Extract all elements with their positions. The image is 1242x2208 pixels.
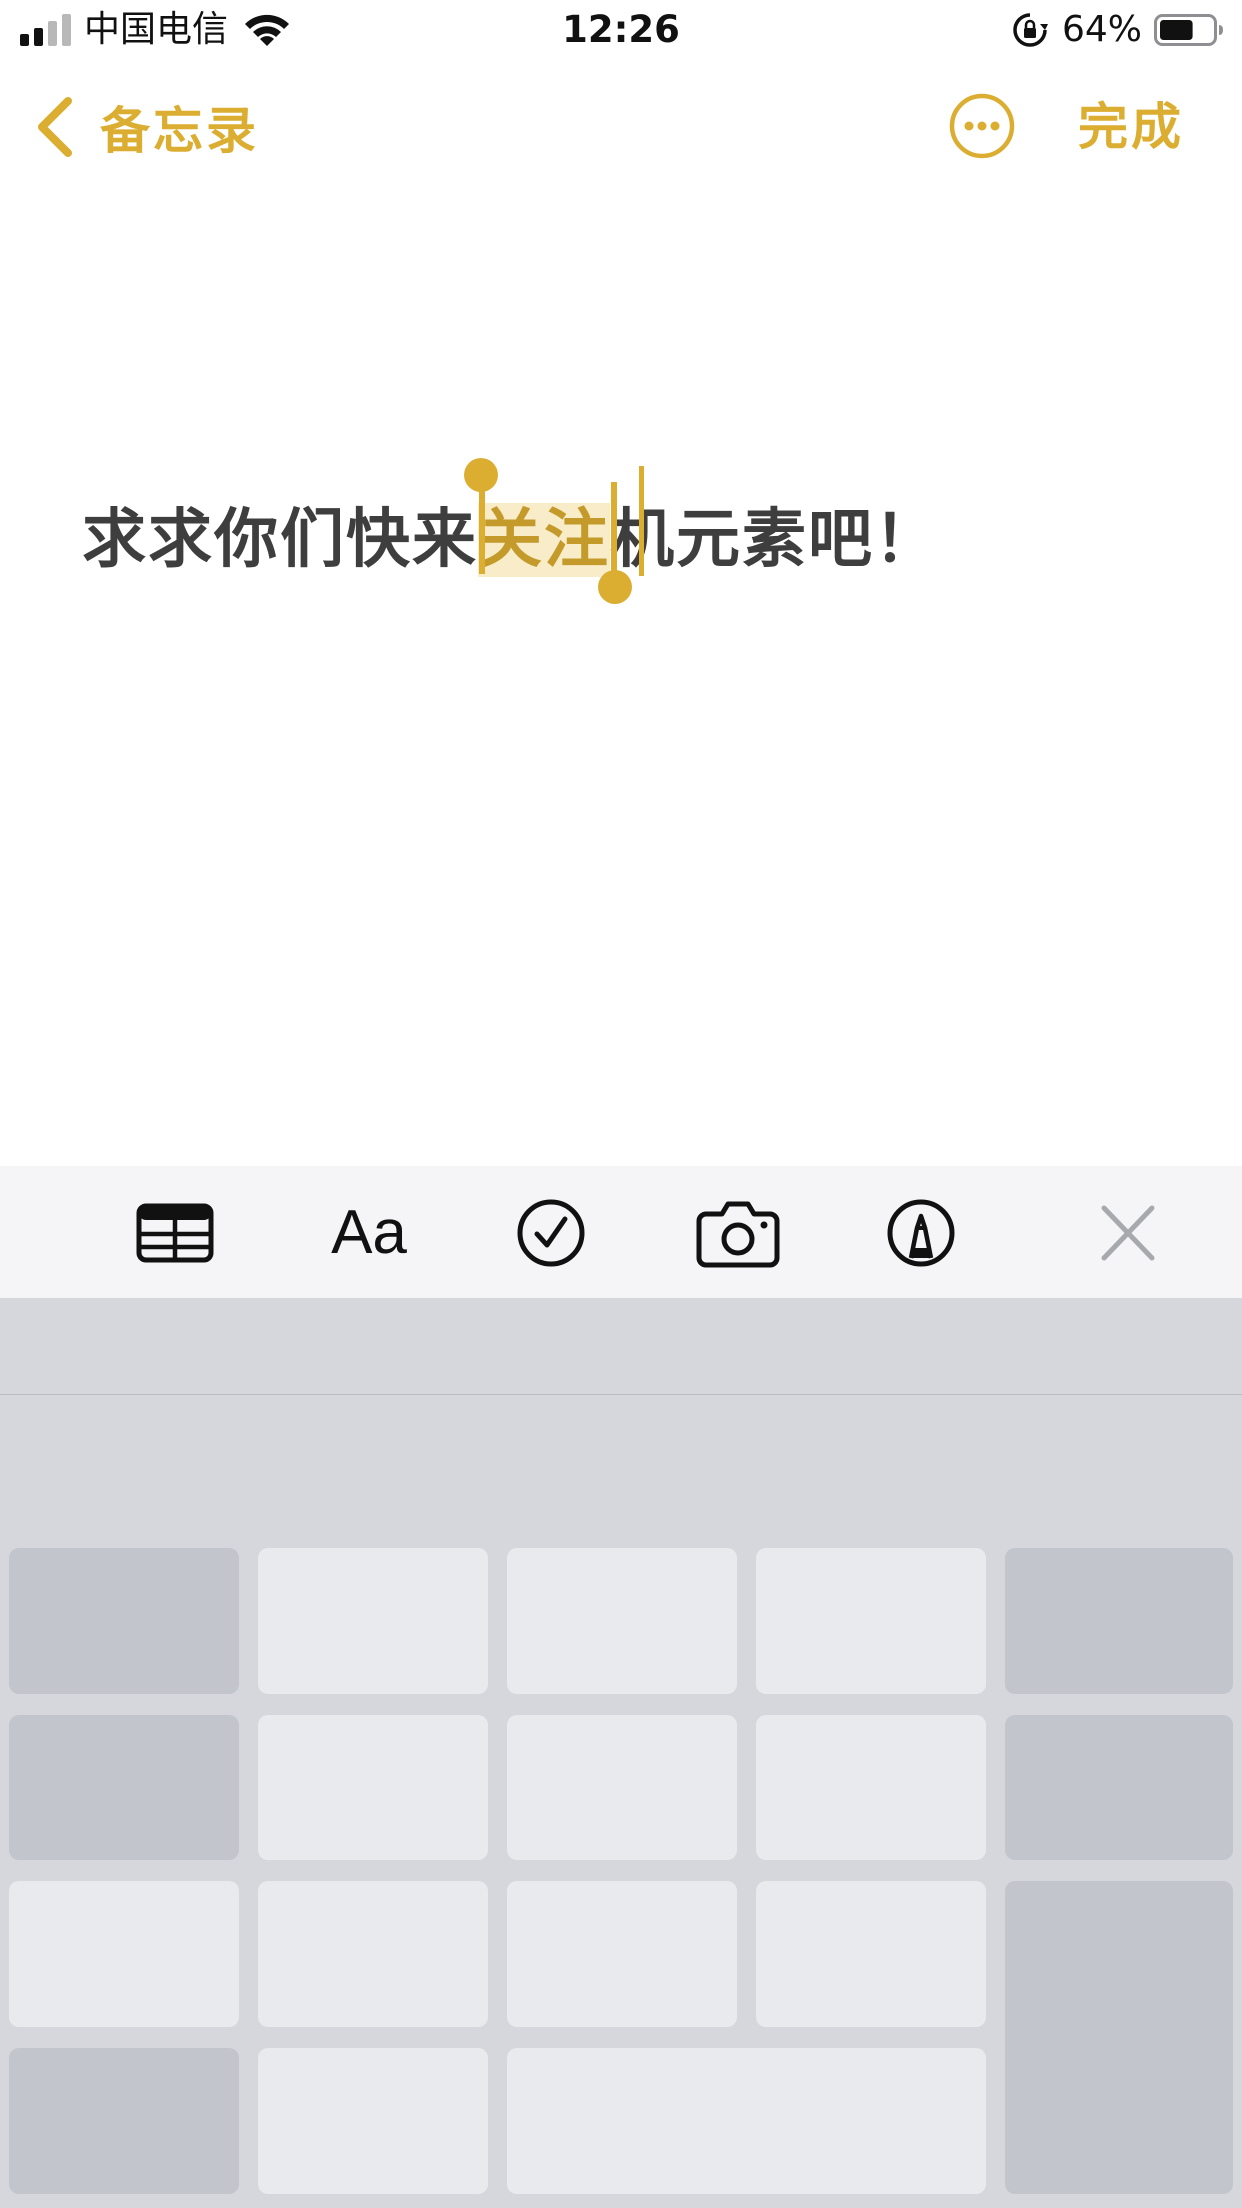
selection-end-bar: [611, 482, 617, 578]
more-options-icon[interactable]: [948, 92, 1016, 160]
note-text-before: 求求你们快来: [82, 503, 478, 577]
done-button[interactable]: 完成: [1078, 92, 1184, 162]
keyboard-key[interactable]: [756, 1548, 986, 1694]
keyboard-key[interactable]: [258, 2048, 488, 2194]
formatting-toolbar: Aa: [0, 1166, 1242, 1298]
keyboard-key[interactable]: [258, 1548, 488, 1694]
selection-end-handle[interactable]: [598, 570, 632, 604]
back-label: 备忘录: [100, 102, 259, 160]
keyboard-key[interactable]: [1005, 1715, 1233, 1860]
back-button[interactable]: 备忘录: [34, 92, 259, 162]
markup-icon[interactable]: [884, 1196, 958, 1270]
candidate-bar: [0, 1298, 1242, 1395]
note-editor[interactable]: 求求你们快来关注机元素吧！: [0, 180, 1242, 1165]
keyboard: [0, 1298, 1242, 2208]
keyboard-key[interactable]: [1005, 1548, 1233, 1694]
format-text-button[interactable]: Aa: [326, 1196, 412, 1270]
status-bar: 中国电信 12:26 64%: [0, 0, 1242, 62]
selection-start-bar: [479, 460, 485, 574]
keyboard-key[interactable]: [258, 1715, 488, 1860]
keyboard-key[interactable]: [507, 2048, 986, 2194]
selected-text[interactable]: 关注: [478, 503, 610, 577]
note-text-after: 机元素吧！: [610, 503, 940, 577]
keyboard-key[interactable]: [507, 1715, 737, 1860]
chevron-left-icon: [38, 97, 72, 157]
keyboard-key[interactable]: [507, 1548, 737, 1694]
note-text[interactable]: 求求你们快来关注机元素吧！: [82, 490, 940, 590]
clock: 12:26: [562, 8, 680, 51]
keyboard-key[interactable]: [9, 1548, 239, 1694]
battery-percentage: 64%: [1062, 9, 1143, 50]
keyboard-key[interactable]: [9, 2048, 239, 2194]
keyboard-key[interactable]: [756, 1881, 986, 2027]
keyboard-key[interactable]: [756, 1715, 986, 1860]
keyboard-key[interactable]: [9, 1715, 239, 1860]
orientation-lock-icon: [1013, 13, 1048, 47]
camera-icon[interactable]: [696, 1196, 780, 1270]
battery-icon: [1154, 14, 1223, 46]
close-icon[interactable]: [1096, 1196, 1160, 1270]
table-icon[interactable]: [136, 1196, 214, 1270]
keyboard-key[interactable]: [9, 1881, 239, 2027]
checklist-icon[interactable]: [514, 1196, 588, 1270]
keyboard-key[interactable]: [507, 1881, 737, 2027]
nav-bar: 备忘录 完成: [0, 70, 1242, 180]
keyboard-key[interactable]: [258, 1881, 488, 2027]
text-cursor: [639, 466, 644, 576]
keyboard-key[interactable]: [1005, 1881, 1233, 2194]
